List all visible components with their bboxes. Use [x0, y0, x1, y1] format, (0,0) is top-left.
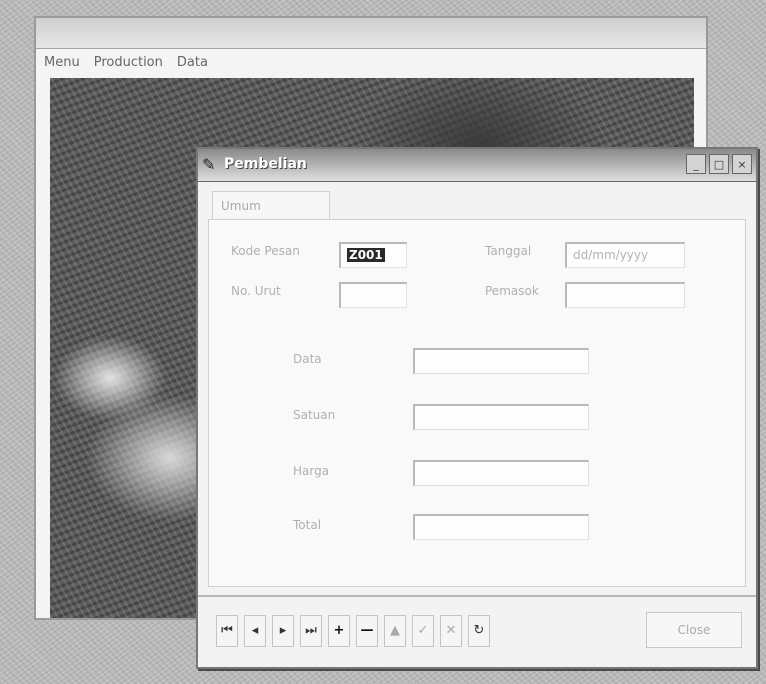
close-window-button[interactable]: ×	[732, 154, 752, 174]
no-urut-field[interactable]	[339, 282, 407, 308]
no-urut-label: No. Urut	[231, 284, 281, 298]
main-menu-bar: Menu Production Data	[36, 49, 706, 75]
pembelian-dialog: ✎ Pembelian _ □ × Umum Kode Pesan Z001 T…	[196, 147, 758, 669]
satuan-label: Satuan	[293, 408, 336, 422]
window-controls: _ □ ×	[686, 154, 752, 174]
tanggal-field[interactable]: dd/mm/yyyy	[565, 242, 685, 268]
data-field[interactable]	[413, 348, 589, 374]
last-record-button[interactable]: ⏭	[300, 615, 322, 647]
kode-pesan-field[interactable]: Z001	[339, 242, 407, 268]
navigator-toolbar: ⏮ ◂ ▸ ⏭ + — ▲ ✓ ✕ ↻	[216, 615, 490, 647]
data-label: Data	[293, 352, 322, 366]
first-record-button[interactable]: ⏮	[216, 615, 238, 647]
satuan-field[interactable]	[413, 404, 589, 430]
kode-pesan-label: Kode Pesan	[231, 244, 300, 258]
refresh-button[interactable]: ↻	[468, 615, 490, 647]
prior-record-button[interactable]: ◂	[244, 615, 266, 647]
harga-label: Harga	[293, 464, 330, 478]
pemasok-label: Pemasok	[485, 284, 539, 298]
maximize-button[interactable]: □	[709, 154, 729, 174]
menu-item-menu[interactable]: Menu	[44, 55, 80, 70]
add-record-button[interactable]: +	[328, 615, 350, 647]
edit-record-button[interactable]: ▲	[384, 615, 406, 647]
tab-umum[interactable]: Umum	[212, 191, 330, 219]
next-record-button[interactable]: ▸	[272, 615, 294, 647]
form-panel: Kode Pesan Z001 Tanggal dd/mm/yyyy No. U…	[208, 219, 746, 587]
menu-item-production[interactable]: Production	[94, 55, 163, 70]
dialog-titlebar[interactable]: ✎ Pembelian _ □ ×	[198, 149, 756, 182]
app-icon: ✎	[202, 155, 216, 174]
delete-record-button[interactable]: —	[356, 615, 378, 647]
menu-item-data[interactable]: Data	[177, 55, 208, 70]
total-label: Total	[293, 518, 322, 532]
cancel-record-button[interactable]: ✕	[440, 615, 462, 647]
total-field[interactable]	[413, 514, 589, 540]
footer-separator	[198, 595, 756, 597]
dialog-title: Pembelian	[224, 156, 307, 172]
harga-field[interactable]	[413, 460, 589, 486]
close-button[interactable]: Close	[646, 612, 742, 648]
pemasok-field[interactable]	[565, 282, 685, 308]
post-record-button[interactable]: ✓	[412, 615, 434, 647]
minimize-button[interactable]: _	[686, 154, 706, 174]
main-window-titlebar[interactable]	[36, 18, 706, 49]
tanggal-label: Tanggal	[485, 244, 532, 258]
